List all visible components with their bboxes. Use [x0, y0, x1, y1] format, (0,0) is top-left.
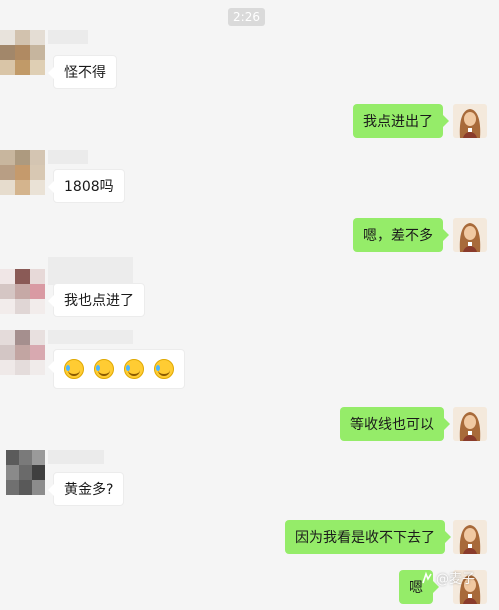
watermark-text: @麦子	[436, 572, 476, 587]
contact-name	[48, 257, 133, 285]
portrait-icon	[453, 520, 487, 554]
emoji-row	[64, 359, 174, 379]
my-avatar[interactable]	[453, 407, 487, 441]
incoming-message[interactable]: 1808吗	[48, 169, 125, 203]
my-avatar[interactable]	[453, 104, 487, 138]
my-avatar[interactable]	[453, 520, 487, 554]
contact-name	[48, 450, 104, 464]
my-avatar[interactable]	[453, 218, 487, 252]
watermark: @麦子	[420, 568, 475, 587]
incoming-message[interactable]: 我也点进了	[48, 283, 145, 317]
outgoing-message[interactable]: 我点进出了	[353, 104, 449, 138]
timestamp: 2:26	[228, 8, 265, 26]
portrait-icon	[453, 104, 487, 138]
contact-avatar[interactable]	[0, 330, 45, 375]
contact-avatar[interactable]	[6, 450, 45, 495]
contact-name	[48, 150, 88, 164]
incoming-message[interactable]: 怪不得	[48, 55, 117, 89]
contact-avatar[interactable]	[0, 269, 45, 314]
portrait-icon	[453, 407, 487, 441]
outgoing-message[interactable]: 嗯，差不多	[353, 218, 449, 252]
outgoing-message[interactable]: 因为我看是收不下去了	[285, 520, 451, 554]
laugh-cry-emoji-icon	[64, 359, 84, 379]
laugh-cry-emoji-icon	[94, 359, 114, 379]
incoming-message[interactable]: 黄金多?	[47, 472, 125, 506]
contact-avatar[interactable]	[0, 150, 45, 195]
contact-name	[48, 330, 133, 344]
laugh-cry-emoji-icon	[154, 359, 174, 379]
watermark-logo-icon	[422, 571, 432, 583]
portrait-icon	[453, 218, 487, 252]
incoming-message-emoji[interactable]	[48, 349, 185, 389]
outgoing-message[interactable]: 等收线也可以	[340, 407, 450, 441]
laugh-cry-emoji-icon	[124, 359, 144, 379]
contact-name	[48, 30, 88, 44]
contact-avatar[interactable]	[0, 30, 45, 75]
